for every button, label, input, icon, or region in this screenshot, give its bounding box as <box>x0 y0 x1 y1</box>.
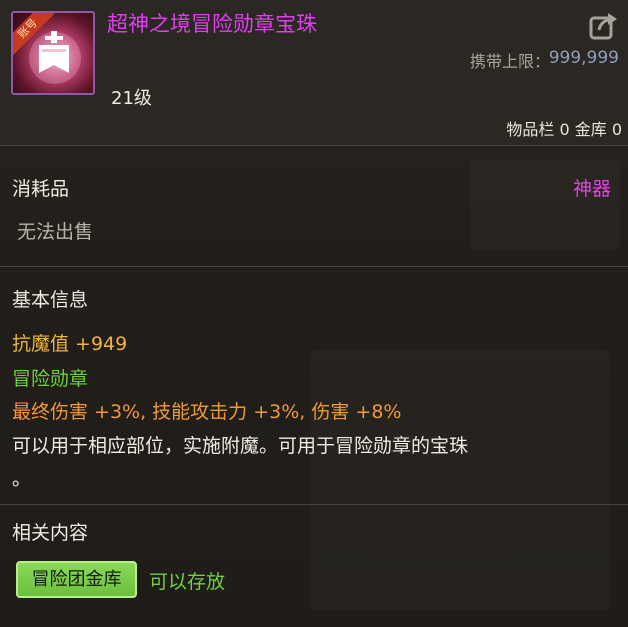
item-rarity: 神器 <box>572 178 611 200</box>
medal-orb-icon: 账号 <box>11 11 95 95</box>
banner-emblem-icon <box>29 31 81 84</box>
sell-status: 无法出售 <box>17 221 94 243</box>
stat-magic-resist: 抗魔值 +949 <box>12 333 128 355</box>
divider <box>0 504 628 505</box>
background-panel <box>310 350 610 610</box>
equip-slot: 冒险勋章 <box>12 368 89 390</box>
section-heading-basic-info: 基本信息 <box>12 289 89 311</box>
storable-status: 可以存放 <box>149 571 226 593</box>
tooltip-header: 账号 超神之境冒险勋章宝珠 携带上限： 999,999 21级 物品栏 0 金库… <box>0 0 628 145</box>
item-tooltip: 账号 超神之境冒险勋章宝珠 携带上限： 999,999 21级 物品栏 0 金库… <box>0 0 628 627</box>
bonus-stats: 最终伤害 +3%, 技能攻击力 +3%, 伤害 +8% <box>12 401 402 423</box>
description-line: 可以用于相应部位，实施附魔。可用于冒险勋章的宝珠 <box>12 435 469 457</box>
divider <box>0 145 628 146</box>
description-line: 。 <box>12 468 32 490</box>
divider <box>0 266 628 267</box>
storage-counts: 物品栏 0 金库 0 <box>506 120 622 139</box>
share-export-icon[interactable] <box>589 10 619 40</box>
section-heading-related: 相关内容 <box>12 522 89 544</box>
item-type: 消耗品 <box>12 178 70 200</box>
carry-limit-label: 携带上限： <box>469 52 550 71</box>
carry-limit-value: 999,999 <box>548 48 619 68</box>
item-level: 21级 <box>111 88 152 109</box>
adventure-vault-badge: 冒险团金库 <box>16 561 137 598</box>
item-title: 超神之境冒险勋章宝珠 <box>107 12 317 36</box>
